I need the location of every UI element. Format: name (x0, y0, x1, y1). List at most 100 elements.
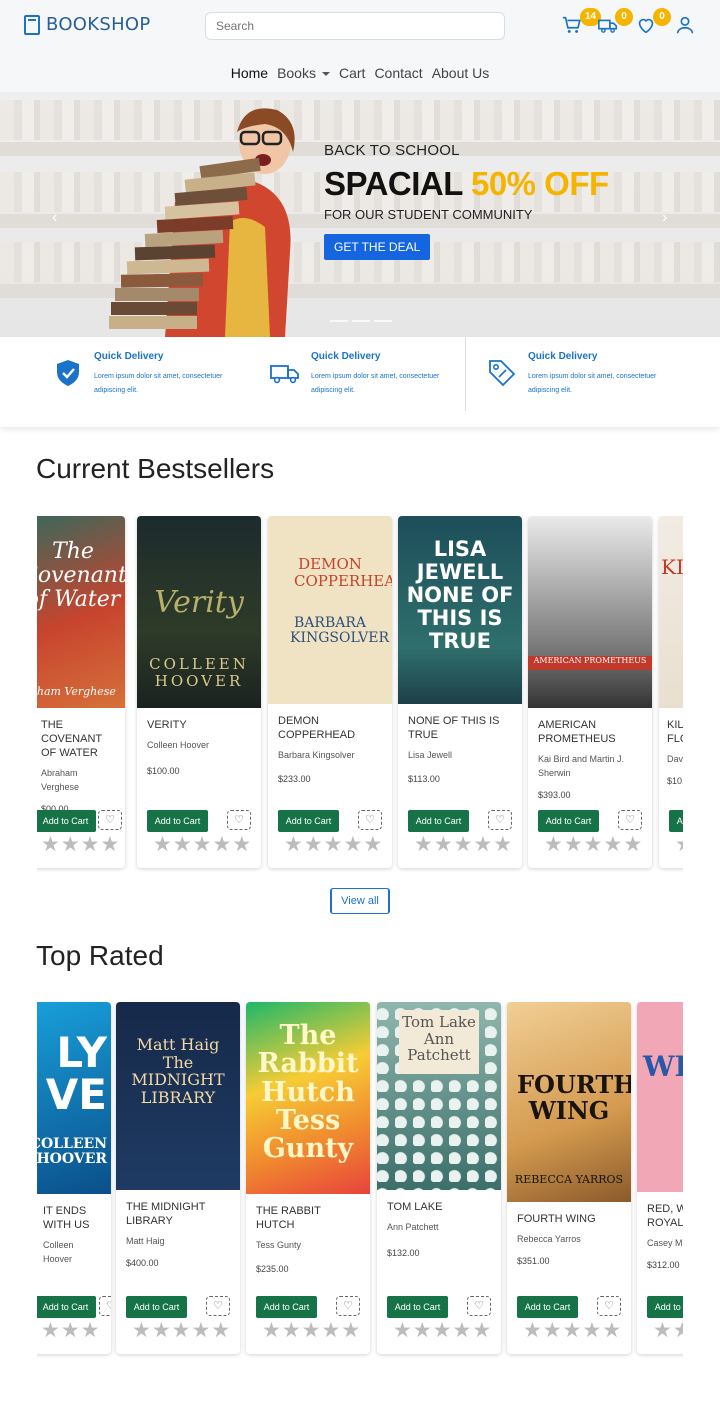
star-icon: ★ (602, 1319, 622, 1342)
star-icon: ★ (412, 1319, 432, 1342)
nav-contact[interactable]: Contact (374, 65, 422, 81)
carousel-dot[interactable] (374, 320, 392, 322)
add-to-cart-button[interactable]: Add to Cart (538, 810, 599, 832)
book-card[interactable]: LY VE COLLEEN HOOVER IT ENDS WITH US Col… (37, 1002, 111, 1354)
book-title[interactable]: TOM LAKE (377, 1200, 501, 1214)
search-input[interactable] (205, 12, 505, 40)
book-cover: LISA JEWELL NONE OF THIS IS TRUE (398, 516, 522, 704)
book-author: Colleen Hoover (147, 740, 210, 750)
cover-title: WH R (643, 1050, 683, 1083)
add-to-cart-button[interactable]: Add to Cart (126, 1296, 187, 1318)
get-deal-button[interactable]: GET THE DEAL (324, 234, 431, 260)
book-title[interactable]: NONE OF THIS IS TRUE (398, 714, 522, 742)
book-author: David Grann (667, 754, 683, 764)
book-author: Barbara Kingsolver (278, 750, 355, 760)
carousel-prev-icon[interactable]: ‹ (52, 209, 57, 227)
star-icon: ★ (232, 833, 252, 856)
delivery-count-badge: 0 (615, 8, 633, 26)
book-title[interactable]: IT ENDS WITH US (37, 1204, 111, 1232)
add-to-cart-button[interactable]: Add to Cart (278, 810, 339, 832)
brand-logo[interactable]: BOOKSHOP (24, 14, 151, 35)
book-title[interactable]: FOURTH WING (507, 1212, 631, 1226)
add-to-cart-button[interactable]: Add to Cart (147, 810, 208, 832)
rating-stars: ★ ★ ★ ★ ★ (132, 1320, 230, 1341)
star-icon: ★ (153, 833, 172, 856)
wishlist-button[interactable]: ♡ (98, 810, 122, 830)
wishlist-button[interactable]: ♡ (618, 810, 642, 830)
add-to-cart-button[interactable]: Add to Cart (387, 1296, 448, 1318)
rating-stars: ★ ★ ★ ★ ★ (393, 1319, 491, 1342)
star-icon: ★ (60, 833, 80, 856)
star-icon: ★ (321, 1319, 341, 1342)
star-icon: ★ (623, 833, 643, 856)
nav-cart[interactable]: Cart (339, 65, 365, 81)
book-price: $400.00 (126, 1258, 159, 1268)
star-icon: ★ (60, 1319, 80, 1342)
nav-home[interactable]: Home (231, 65, 268, 81)
book-price: $393.00 (538, 790, 571, 800)
heart-icon: ♡ (365, 814, 375, 826)
book-card[interactable]: AMERICAN PROMETHEUS AMERICAN PROMETHEUS … (528, 516, 652, 868)
book-card[interactable]: Verity COLLEEN HOOVER VERITY Colleen Hoo… (137, 516, 261, 868)
book-title[interactable]: THE MIDNIGHT LIBRARY (116, 1200, 240, 1228)
book-card[interactable]: The Rabbit Hutch Tess Gunty THE RABBIT H… (246, 1002, 370, 1354)
wishlist-button[interactable]: ♡ (99, 1296, 111, 1316)
heart-icon: ♡ (604, 1300, 614, 1312)
book-title[interactable]: DEMON COPPERHEAD (268, 714, 392, 742)
wishlist-button[interactable]: ♡ (227, 810, 251, 830)
nav-books-label: Books (277, 65, 316, 81)
cover-title: Matt Haig The MIDNIGHT LIBRARY (131, 1035, 225, 1107)
wishlist-button[interactable]: ♡ (467, 1296, 491, 1316)
book-card[interactable]: Tom Lake Ann Patchett TOM LAKE Ann Patch… (377, 1002, 501, 1354)
book-card[interactable]: Matt Haig The MIDNIGHT LIBRARY THE MIDNI… (116, 1002, 240, 1354)
carousel-dot[interactable] (352, 320, 370, 322)
book-card[interactable]: DEMON COPPERHEAD BARBARA KINGSOLVER DEMO… (268, 516, 392, 868)
feature-desc: Lorem ipsum dolor sit amet, consectetuer… (528, 373, 657, 394)
heart-icon: ♡ (105, 814, 115, 826)
book-title[interactable]: AMERICAN PROMETHEUS (528, 718, 652, 746)
book-author: Abraham Verghese (41, 768, 80, 792)
book-title[interactable]: VERITY (137, 718, 261, 732)
add-to-cart-button[interactable]: Add to Cart (256, 1296, 317, 1318)
book-author: Rebecca Yarros (517, 1234, 581, 1244)
carousel-dot[interactable] (330, 320, 348, 322)
add-to-cart-button[interactable]: Add to Cart (669, 810, 683, 832)
rating-stars: ★ ★ ★ ★ ★ (153, 833, 252, 856)
wishlist-button[interactable]: ♡ (488, 810, 512, 830)
book-cover: Verity COLLEEN HOOVER (137, 516, 261, 708)
book-card[interactable]: LISA JEWELL NONE OF THIS IS TRUE NONE OF… (398, 516, 522, 868)
cover-title: FOURTH WING (517, 1070, 631, 1126)
book-cover: LY VE COLLEEN HOOVER (37, 1002, 111, 1194)
wishlist-button[interactable]: ♡ (336, 1296, 360, 1316)
book-card[interactable]: FOURTH WING REBECCA YARROS FOURTH WING R… (507, 1002, 631, 1354)
rating-stars: ★ ★ ★ ★ ★ (284, 834, 382, 855)
book-price: $233.00 (278, 774, 311, 784)
wishlist-button[interactable]: ♡ (358, 810, 382, 830)
user-icon[interactable] (674, 14, 696, 36)
nav-about[interactable]: About Us (432, 65, 490, 81)
cover-author: COLLEEN HOOVER (37, 1136, 107, 1168)
add-to-cart-button[interactable]: Add to Cart (517, 1296, 578, 1318)
book-card[interactable]: WH R RED, WHITE & ROYAL BLUE Casey McQui… (637, 1002, 683, 1354)
add-to-cart-button[interactable]: Add to Cart (37, 1296, 96, 1318)
nav-books[interactable]: Books (277, 65, 330, 81)
add-to-cart-button[interactable]: Add to Cart (37, 810, 96, 832)
carousel-next-icon[interactable]: › (662, 209, 667, 227)
cover-author: COLLEEN HOOVER (149, 655, 249, 690)
cover-author: Abraham Verghese (37, 685, 116, 698)
book-card[interactable]: KILLERS KILLERS OF THE FLOWER MOON David… (659, 516, 683, 868)
heart-icon: ♡ (106, 1300, 111, 1312)
book-title[interactable]: THE COVENANT OF WATER (37, 718, 125, 760)
book-title[interactable]: KILLERS OF THE FLOWER MOON (659, 718, 683, 746)
add-to-cart-button[interactable]: Add to Cart (647, 1296, 683, 1318)
wishlist-button[interactable]: ♡ (597, 1296, 621, 1316)
book-title[interactable]: THE RABBIT HUTCH (246, 1204, 370, 1232)
book-card[interactable]: The Covenant of Water Abraham Verghese T… (37, 516, 125, 868)
book-cover: Matt Haig The MIDNIGHT LIBRARY (116, 1002, 240, 1190)
star-icon: ★ (582, 1319, 602, 1342)
wishlist-button[interactable]: ♡ (206, 1296, 230, 1316)
book-title[interactable]: RED, WHITE & ROYAL BLUE (637, 1202, 683, 1230)
add-to-cart-button[interactable]: Add to Cart (408, 810, 469, 832)
feature-desc: Lorem ipsum dolor sit amet, consectetuer… (94, 373, 223, 394)
view-all-button[interactable]: View all (330, 888, 390, 914)
